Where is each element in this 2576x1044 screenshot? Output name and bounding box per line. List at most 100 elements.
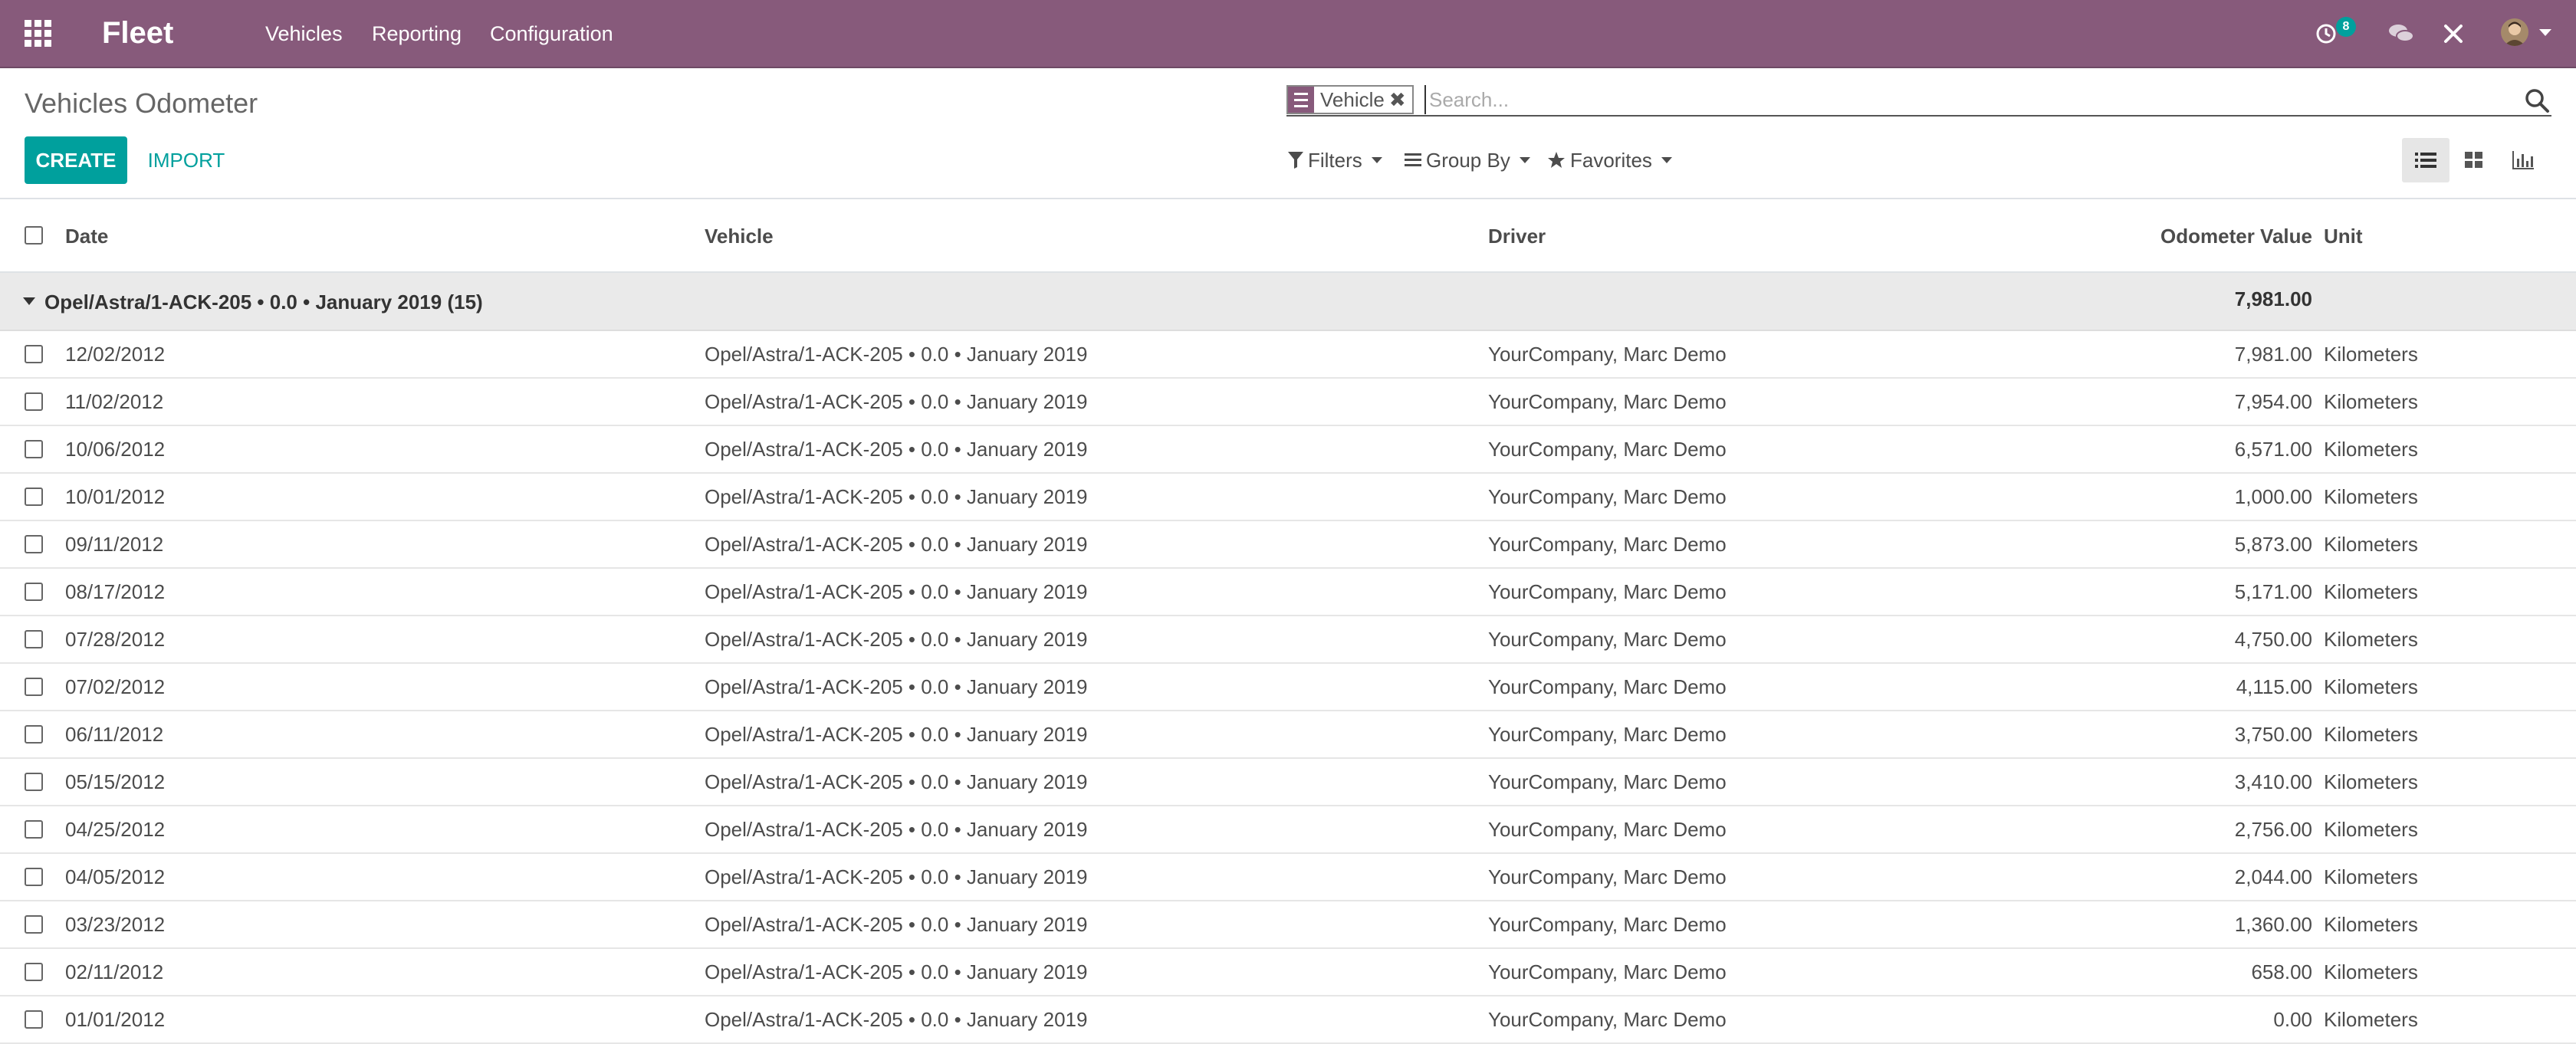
table-row[interactable]: 02/11/2012 Opel/Astra/1-ACK-205 • 0.0 • J… <box>0 949 2576 996</box>
table-row[interactable]: 07/02/2012 Opel/Astra/1-ACK-205 • 0.0 • J… <box>0 664 2576 711</box>
group-header[interactable]: Opel/Astra/1-ACK-205 • 0.0 • January 201… <box>23 287 483 317</box>
page-title: Vehicles Odometer <box>25 87 258 119</box>
group-by-list-icon <box>1288 87 1314 113</box>
select-all-checkbox[interactable] <box>25 226 43 245</box>
column-header-vehicle[interactable]: Vehicle <box>705 222 774 251</box>
cell-unit: Kilometers <box>2324 343 2418 366</box>
row-checkbox[interactable] <box>25 392 43 411</box>
debug-tools-icon[interactable] <box>2441 21 2466 46</box>
row-checkbox[interactable] <box>25 583 43 601</box>
row-checkbox[interactable] <box>25 535 43 553</box>
cell-unit: Kilometers <box>2324 628 2418 651</box>
group-label: Opel/Astra/1-ACK-205 • 0.0 • January 201… <box>44 291 483 314</box>
bars-icon <box>1405 153 1421 168</box>
cell-vehicle: Opel/Astra/1-ACK-205 • 0.0 • January 201… <box>705 628 1088 651</box>
table-row[interactable]: 11/02/2012 Opel/Astra/1-ACK-205 • 0.0 • J… <box>0 379 2576 426</box>
group-by-label: Group By <box>1426 149 1510 172</box>
star-icon <box>1547 151 1566 169</box>
cell-unit: Kilometers <box>2324 533 2418 556</box>
row-checkbox[interactable] <box>25 963 43 981</box>
cell-driver: YourCompany, Marc Demo <box>1488 628 1727 651</box>
group-row[interactable]: Opel/Astra/1-ACK-205 • 0.0 • January 201… <box>0 273 2576 331</box>
row-checkbox[interactable] <box>25 915 43 934</box>
chat-bubbles-icon[interactable] <box>2387 21 2415 46</box>
row-checkbox[interactable] <box>25 440 43 458</box>
cell-driver: YourCompany, Marc Demo <box>1488 390 1727 413</box>
table-row[interactable]: 12/02/2012 Opel/Astra/1-ACK-205 • 0.0 • J… <box>0 331 2576 379</box>
menu-reporting[interactable]: Reporting <box>372 18 462 49</box>
cell-vehicle: Opel/Astra/1-ACK-205 • 0.0 • January 201… <box>705 343 1088 366</box>
cell-driver: YourCompany, Marc Demo <box>1488 770 1727 793</box>
cell-odometer: 7,954.00 <box>2234 390 2312 413</box>
column-header-driver[interactable]: Driver <box>1488 222 1546 251</box>
chevron-down-icon <box>1371 157 1382 163</box>
table-row[interactable]: 10/06/2012 Opel/Astra/1-ACK-205 • 0.0 • J… <box>0 426 2576 474</box>
cell-driver: YourCompany, Marc Demo <box>1488 1008 1727 1031</box>
cell-odometer: 1,360.00 <box>2234 913 2312 936</box>
cell-date: 08/17/2012 <box>65 580 166 603</box>
filters-dropdown[interactable]: Filters <box>1288 146 1382 175</box>
import-button[interactable]: IMPORT <box>144 136 228 184</box>
cell-unit: Kilometers <box>2324 770 2418 793</box>
cell-odometer: 4,115.00 <box>2236 675 2312 698</box>
create-button[interactable]: CREATE <box>25 136 127 184</box>
facet-remove-icon[interactable]: ✖ <box>1389 87 1412 113</box>
graph-view-icon[interactable] <box>2499 138 2547 182</box>
cell-odometer: 4,750.00 <box>2234 628 2312 651</box>
table-row[interactable]: 05/15/2012 Opel/Astra/1-ACK-205 • 0.0 • J… <box>0 759 2576 806</box>
cell-vehicle: Opel/Astra/1-ACK-205 • 0.0 • January 201… <box>705 438 1088 461</box>
app-brand[interactable]: Fleet <box>102 14 173 52</box>
column-header-date[interactable]: Date <box>65 222 108 251</box>
cell-date: 10/01/2012 <box>65 485 166 508</box>
column-header-odometer[interactable]: Odometer Value <box>2160 222 2312 251</box>
menu-configuration[interactable]: Configuration <box>490 18 613 49</box>
group-by-dropdown[interactable]: Group By <box>1405 146 1530 175</box>
list-view-icon[interactable] <box>2402 138 2450 182</box>
table-row[interactable]: 08/17/2012 Opel/Astra/1-ACK-205 • 0.0 • J… <box>0 569 2576 616</box>
cell-date: 11/02/2012 <box>65 390 164 413</box>
table-row[interactable]: 04/05/2012 Opel/Astra/1-ACK-205 • 0.0 • J… <box>0 854 2576 901</box>
caret-down-icon[interactable] <box>2539 29 2551 36</box>
cell-driver: YourCompany, Marc Demo <box>1488 533 1727 556</box>
row-checkbox[interactable] <box>25 488 43 506</box>
activity-count-badge: 8 <box>2336 17 2356 37</box>
row-checkbox[interactable] <box>25 630 43 648</box>
row-checkbox[interactable] <box>25 345 43 363</box>
cell-date: 12/02/2012 <box>65 343 166 366</box>
row-checkbox[interactable] <box>25 773 43 791</box>
cell-vehicle: Opel/Astra/1-ACK-205 • 0.0 • January 201… <box>705 960 1088 983</box>
cell-vehicle: Opel/Astra/1-ACK-205 • 0.0 • January 201… <box>705 675 1088 698</box>
table-row[interactable]: 07/28/2012 Opel/Astra/1-ACK-205 • 0.0 • J… <box>0 616 2576 664</box>
table-row[interactable]: 10/01/2012 Opel/Astra/1-ACK-205 • 0.0 • J… <box>0 474 2576 521</box>
column-header-unit[interactable]: Unit <box>2324 222 2363 251</box>
row-checkbox[interactable] <box>25 868 43 886</box>
cell-unit: Kilometers <box>2324 580 2418 603</box>
cell-unit: Kilometers <box>2324 913 2418 936</box>
row-checkbox[interactable] <box>25 678 43 696</box>
kanban-view-icon[interactable] <box>2450 138 2498 182</box>
search-icon[interactable] <box>2524 87 2550 113</box>
activity-clock-icon[interactable] <box>2314 21 2338 46</box>
search-input[interactable] <box>1424 85 2498 114</box>
favorites-dropdown[interactable]: Favorites <box>1547 146 1672 175</box>
table-row[interactable]: 04/25/2012 Opel/Astra/1-ACK-205 • 0.0 • J… <box>0 806 2576 854</box>
cell-odometer: 7,981.00 <box>2234 343 2312 366</box>
cell-driver: YourCompany, Marc Demo <box>1488 580 1727 603</box>
table-row[interactable]: 01/01/2012 Opel/Astra/1-ACK-205 • 0.0 • J… <box>0 996 2576 1044</box>
apps-grid-icon[interactable] <box>25 20 52 48</box>
cell-date: 04/25/2012 <box>65 818 166 841</box>
cell-driver: YourCompany, Marc Demo <box>1488 818 1727 841</box>
cell-vehicle: Opel/Astra/1-ACK-205 • 0.0 • January 201… <box>705 770 1088 793</box>
table-row[interactable]: 06/11/2012 Opel/Astra/1-ACK-205 • 0.0 • J… <box>0 711 2576 759</box>
row-checkbox[interactable] <box>25 1010 43 1029</box>
table-row[interactable]: 09/11/2012 Opel/Astra/1-ACK-205 • 0.0 • J… <box>0 521 2576 569</box>
user-avatar[interactable] <box>2501 18 2528 46</box>
cell-date: 03/23/2012 <box>65 913 166 936</box>
cell-vehicle: Opel/Astra/1-ACK-205 • 0.0 • January 201… <box>705 1008 1088 1031</box>
cell-odometer: 2,756.00 <box>2234 818 2312 841</box>
row-checkbox[interactable] <box>25 725 43 744</box>
cell-driver: YourCompany, Marc Demo <box>1488 723 1727 746</box>
table-row[interactable]: 03/23/2012 Opel/Astra/1-ACK-205 • 0.0 • J… <box>0 901 2576 949</box>
row-checkbox[interactable] <box>25 820 43 839</box>
menu-vehicles[interactable]: Vehicles <box>265 18 343 49</box>
